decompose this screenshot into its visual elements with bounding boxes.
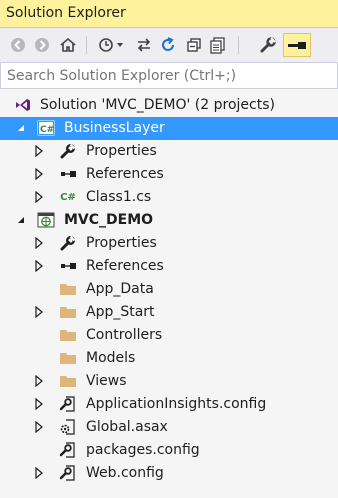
tree-item-class1[interactable]: C# Class1.cs	[0, 186, 338, 209]
svg-text:C#: C#	[40, 125, 54, 135]
tree-item-packages-config[interactable]: packages.config	[0, 439, 338, 462]
folder-icon	[59, 350, 77, 366]
tree-item-properties[interactable]: Properties	[0, 232, 338, 255]
item-label: packages.config	[86, 442, 200, 458]
collapsed-arrow-icon[interactable]	[34, 237, 44, 249]
collapsed-arrow-icon[interactable]	[34, 306, 44, 318]
tree-item-solution[interactable]: Solution 'MVC_DEMO' (2 projects)	[0, 94, 338, 117]
tree-item-mvc-demo[interactable]: MVC_DEMO	[0, 209, 338, 232]
visual-studio-icon	[14, 97, 32, 113]
folder-icon	[59, 373, 77, 389]
item-label: Global.asax	[86, 419, 168, 435]
collapsed-arrow-icon[interactable]	[34, 191, 44, 203]
history-icon[interactable]	[96, 33, 128, 57]
solution-tree: Solution 'MVC_DEMO' (2 projects) C# Busi…	[0, 94, 338, 485]
tree-item-references[interactable]: References	[0, 163, 338, 186]
collapsed-arrow-icon[interactable]	[34, 168, 44, 180]
config-file-icon	[59, 465, 77, 481]
sync-icon[interactable]	[132, 33, 156, 57]
item-label: References	[86, 258, 164, 274]
folder-icon	[59, 304, 77, 320]
expanded-arrow-icon[interactable]	[16, 214, 26, 226]
forward-icon[interactable]	[30, 33, 54, 57]
home-icon[interactable]	[56, 33, 80, 57]
tree-item-models[interactable]: Models	[0, 347, 338, 370]
panel-title-bar: Solution Explorer	[0, 0, 338, 28]
tree-item-controllers[interactable]: Controllers	[0, 324, 338, 347]
collapsed-arrow-icon[interactable]	[34, 145, 44, 157]
collapse-all-icon[interactable]	[182, 33, 206, 57]
collapsed-arrow-icon[interactable]	[34, 375, 44, 387]
item-label: Models	[86, 350, 136, 366]
collapsed-arrow-icon[interactable]	[34, 421, 44, 433]
folder-icon	[59, 327, 77, 343]
wrench-icon	[59, 235, 77, 251]
properties-wrench-icon[interactable]	[256, 33, 280, 57]
back-icon[interactable]	[6, 33, 30, 57]
tree-item-app-start[interactable]: App_Start	[0, 301, 338, 324]
show-all-files-icon[interactable]	[206, 33, 230, 57]
project-label: BusinessLayer	[64, 120, 165, 136]
item-label: Class1.cs	[86, 189, 152, 205]
tree-item-properties[interactable]: Properties	[0, 140, 338, 163]
refresh-icon[interactable]	[156, 33, 180, 57]
solution-label: Solution 'MVC_DEMO' (2 projects)	[40, 97, 275, 113]
item-label: App_Data	[86, 281, 154, 297]
project-label: MVC_DEMO	[64, 212, 154, 228]
collapsed-arrow-icon[interactable]	[34, 398, 44, 410]
csharp-file-icon: C#	[60, 191, 76, 203]
item-label: Properties	[86, 143, 157, 159]
collapsed-arrow-icon[interactable]	[34, 467, 44, 479]
csharp-project-icon: C#	[37, 120, 55, 136]
config-file-icon	[59, 442, 77, 458]
tree-item-references[interactable]: References	[0, 255, 338, 278]
web-project-icon	[37, 212, 55, 228]
tree-item-app-data[interactable]: App_Data	[0, 278, 338, 301]
item-label: ApplicationInsights.config	[86, 396, 267, 412]
search-input[interactable]	[0, 62, 338, 89]
tree-item-global-asax[interactable]: Global.asax	[0, 416, 338, 439]
tree-item-web-config[interactable]: Web.config	[0, 462, 338, 485]
solution-explorer-toolbar	[0, 28, 338, 62]
gear-file-icon	[59, 419, 77, 435]
preview-selected-icon[interactable]	[283, 33, 311, 57]
expanded-arrow-icon[interactable]	[16, 122, 26, 134]
item-label: Web.config	[86, 465, 164, 481]
references-icon	[59, 258, 77, 274]
tree-item-applicationinsights-config[interactable]: ApplicationInsights.config	[0, 393, 338, 416]
tree-item-businesslayer[interactable]: C# BusinessLayer	[0, 117, 338, 140]
item-label: App_Start	[86, 304, 155, 320]
item-label: Views	[86, 373, 127, 389]
config-file-icon	[59, 396, 77, 412]
item-label: References	[86, 166, 164, 182]
tree-item-views[interactable]: Views	[0, 370, 338, 393]
item-label: Controllers	[86, 327, 163, 343]
panel-title: Solution Explorer	[6, 5, 126, 21]
references-icon	[59, 166, 77, 182]
item-label: Properties	[86, 235, 157, 251]
collapsed-arrow-icon[interactable]	[34, 260, 44, 272]
folder-icon	[59, 281, 77, 297]
wrench-icon	[59, 143, 77, 159]
